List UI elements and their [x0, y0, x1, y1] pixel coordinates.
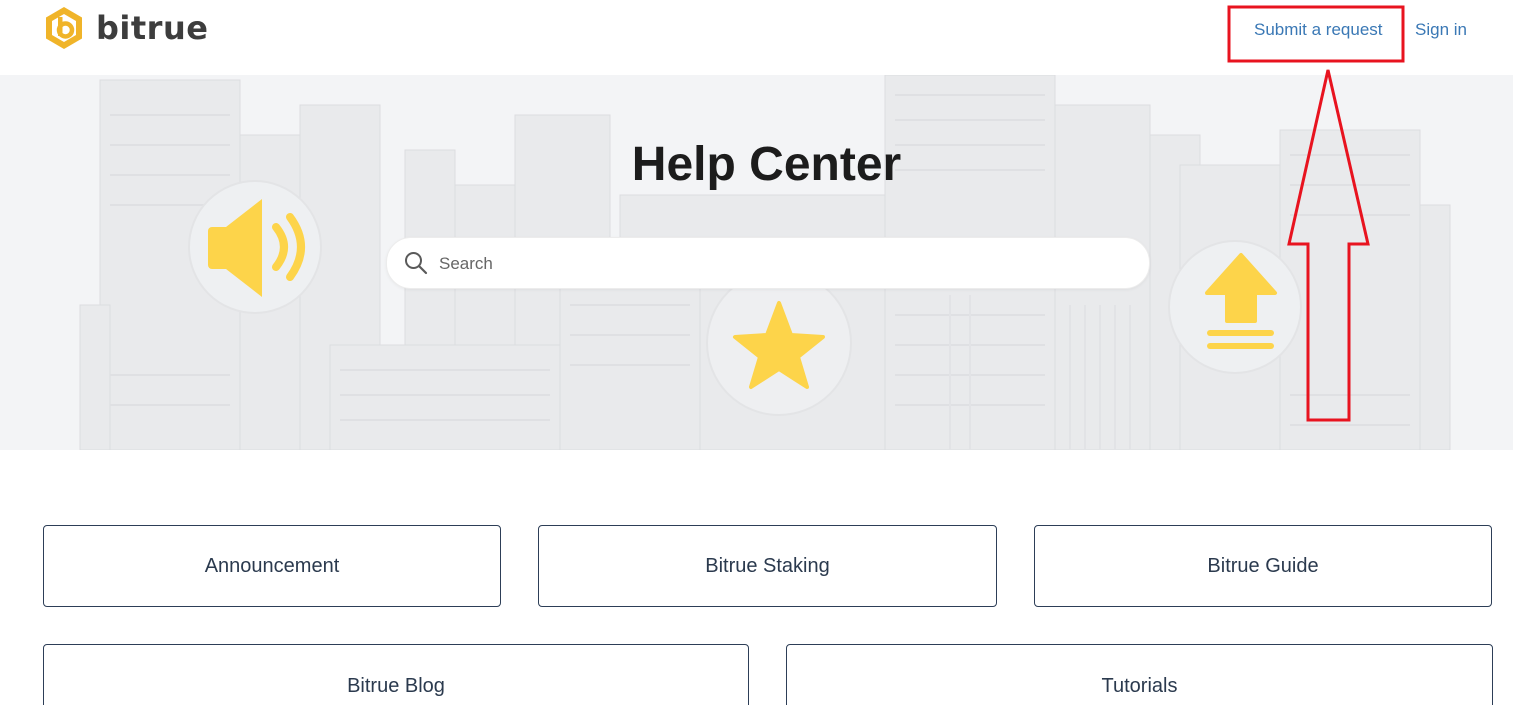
category-card-bitrue-blog[interactable]: Bitrue Blog: [43, 644, 749, 705]
category-card-bitrue-staking[interactable]: Bitrue Staking: [538, 525, 997, 607]
category-card-tutorials[interactable]: Tutorials: [786, 644, 1493, 705]
bitrue-logo[interactable]: bitrue: [41, 4, 208, 52]
category-label: Bitrue Blog: [347, 674, 445, 697]
speaker-icon: [188, 180, 322, 314]
upload-arrow-icon: [1168, 240, 1302, 374]
search-input[interactable]: [437, 244, 1131, 284]
category-card-bitrue-guide[interactable]: Bitrue Guide: [1034, 525, 1492, 607]
submit-request-link[interactable]: Submit a request: [1254, 20, 1383, 40]
category-label: Bitrue Staking: [705, 554, 830, 577]
bitrue-logo-icon: [46, 7, 82, 49]
search-icon: [405, 252, 428, 275]
star-icon: [706, 270, 852, 416]
category-label: Bitrue Guide: [1207, 554, 1319, 577]
page-title: Help Center: [631, 138, 902, 191]
logo-text: bitrue: [96, 9, 209, 47]
sign-in-link[interactable]: Sign in: [1415, 20, 1467, 40]
category-label: Tutorials: [1101, 674, 1178, 697]
category-label: Announcement: [204, 554, 340, 577]
category-card-announcement[interactable]: Announcement: [43, 525, 501, 607]
site-header: bitrue Submit a request Sign in: [0, 0, 1513, 75]
search-bar[interactable]: [386, 237, 1150, 289]
hero-banner: Help Center: [0, 75, 1513, 450]
help-center-page: bitrue Submit a request Sign in Help Cen…: [0, 0, 1513, 705]
